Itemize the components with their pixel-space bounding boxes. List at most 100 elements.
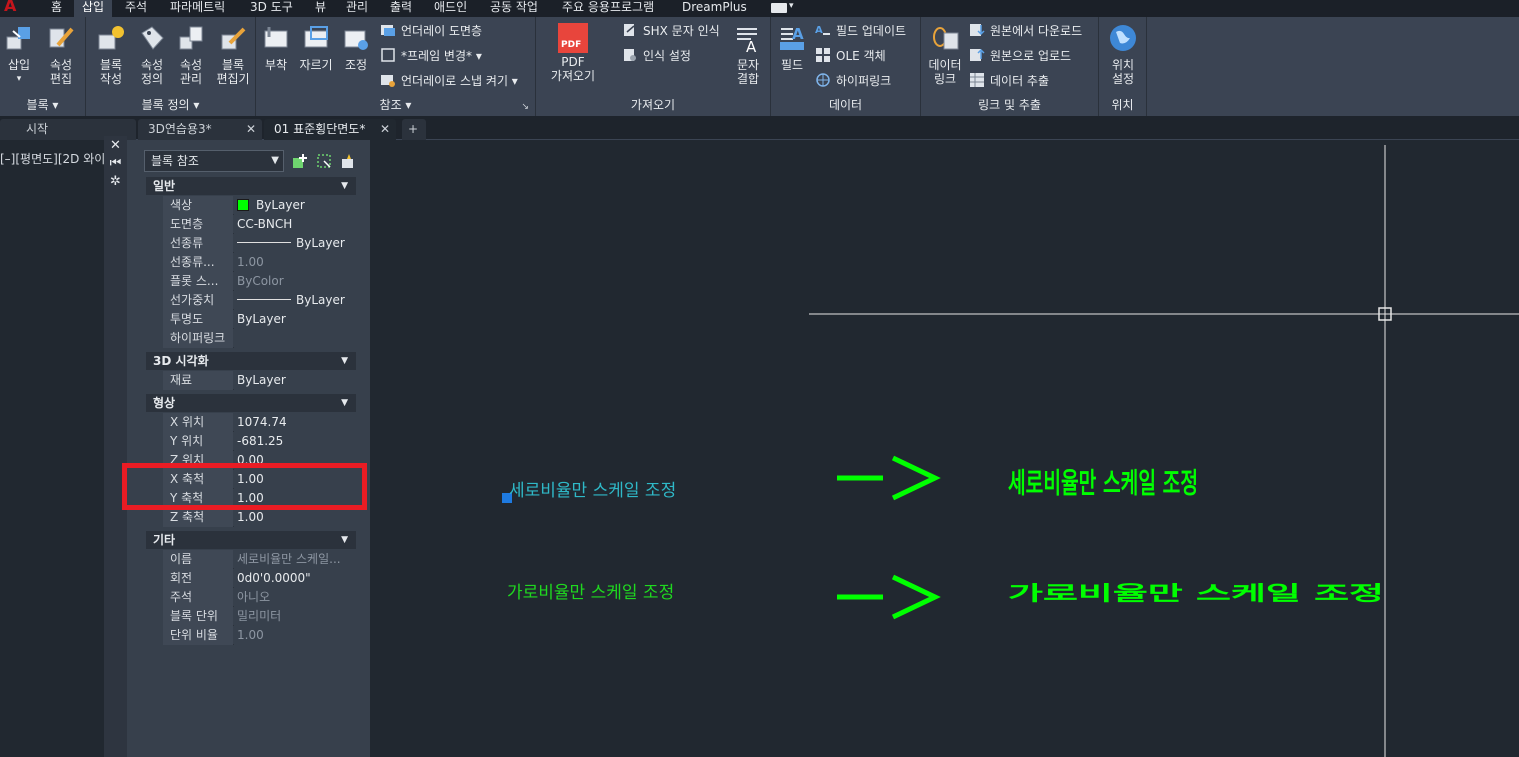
menu-tab-home[interactable]: 홈: [51, 0, 62, 17]
attribute-edit-button[interactable]: 속성 편집: [42, 23, 80, 86]
upload-to-source-button[interactable]: 원본으로 업로드: [969, 46, 1071, 66]
underlay-layers-button[interactable]: 언더레이 도면층: [380, 21, 482, 41]
new-tab-button[interactable]: +: [402, 119, 426, 140]
properties-icon[interactable]: ✲: [104, 174, 127, 192]
object-type-select[interactable]: 블록 참조 ▼: [144, 150, 284, 172]
menu-tab-parametric[interactable]: 파라메트릭: [170, 0, 225, 17]
menu-tab-output[interactable]: 출력: [390, 0, 412, 17]
pdf-import-button[interactable]: PDF PDF 가져오기: [540, 23, 606, 83]
set-location-button[interactable]: 위치 설정: [1103, 23, 1143, 86]
app-logo[interactable]: A: [4, 0, 16, 15]
block-editor-icon: [221, 27, 246, 50]
menu-tab-addins[interactable]: 애드인: [434, 0, 467, 17]
data-link-button[interactable]: 데이터 링크: [925, 23, 965, 86]
ribbon-group-location-title: 위치: [1111, 98, 1134, 112]
block-editor-button[interactable]: 블록 편집기: [212, 23, 254, 86]
dialog-launcher-icon[interactable]: ↘: [521, 102, 529, 112]
prop-row-linetype[interactable]: 선종류 ByLayer: [163, 234, 356, 253]
data-extraction-button[interactable]: 데이터 추출: [969, 71, 1049, 91]
auto-hide-icon[interactable]: ⏮: [104, 156, 127, 174]
crosshair-pickbox: [1378, 307, 1392, 321]
palette-title-strip: ✕ ⏮ ✲: [104, 136, 127, 757]
section-general[interactable]: 일반 ▼: [146, 177, 356, 195]
create-block-button[interactable]: 블록 작성: [92, 23, 130, 86]
section-geometry[interactable]: 형상 ▼: [146, 394, 356, 412]
shx-text-recognition-button[interactable]: SHX 문자 인식: [622, 21, 720, 41]
adjust-button[interactable]: 조정: [338, 23, 374, 72]
chevron-down-icon: ▼: [341, 181, 348, 191]
text-vertical-scale-selected[interactable]: 세로비율만 스케일 조정: [509, 481, 676, 501]
update-fields-label: 필드 업데이트: [836, 24, 907, 38]
prop-row-color[interactable]: 색상 ByLayer: [163, 196, 356, 215]
ole-object-label: OLE 객체: [836, 49, 886, 63]
toggle-pickadd-icon[interactable]: [292, 153, 308, 169]
prop-row-linetype-scale[interactable]: 선종류... 1.00: [163, 253, 356, 272]
clip-button[interactable]: 자르기: [296, 23, 336, 72]
ribbon-group-reference-title[interactable]: 참조 ▾: [256, 96, 535, 113]
viewport-controls-label[interactable]: [–][평면도][2D 와이: [0, 150, 105, 167]
insert-button[interactable]: 삽입 ▾: [2, 23, 36, 86]
prop-row-material[interactable]: 재료 ByLayer: [163, 371, 356, 390]
manage-attributes-button[interactable]: 속성 관리: [172, 23, 210, 86]
selection-grip[interactable]: [502, 493, 512, 503]
prop-key: Z 축척: [163, 508, 233, 527]
prop-row-hyperlink[interactable]: 하이퍼링크: [163, 329, 356, 348]
close-icon[interactable]: ✕: [246, 119, 256, 139]
clip-icon: [304, 26, 328, 48]
prop-row-transparency[interactable]: 투명도 ByLayer: [163, 310, 356, 329]
recognition-settings-button[interactable]: 인식 설정: [622, 46, 691, 66]
ribbon-group-reference: 부착 자르기 조정 언더레이 도면층 *프레임 변경* ▾ 언더레이로 스냅 켜…: [256, 17, 536, 116]
frames-button[interactable]: *프레임 변경* ▾: [380, 46, 482, 66]
hyperlink-button[interactable]: 하이퍼링크: [815, 71, 891, 91]
doc-tab-standard-section[interactable]: 01 표준횡단면도* ✕: [264, 119, 396, 140]
attribute-edit-label: 속성 편집: [49, 58, 73, 86]
section-3d-visualization[interactable]: 3D 시각화 ▼: [146, 352, 356, 370]
menu-tab-view[interactable]: 뷰: [315, 0, 326, 17]
menu-tab-collaborate[interactable]: 공동 작업: [490, 0, 538, 17]
menu-tab-featured-apps[interactable]: 주요 응용프로그램: [562, 0, 654, 17]
menu-tab-annotate[interactable]: 주석: [125, 0, 147, 17]
attach-button[interactable]: 부착: [258, 23, 294, 72]
adjust-label: 조정: [344, 58, 368, 72]
chevron-down-icon[interactable]: ▾: [789, 1, 794, 11]
menu-tab-insert[interactable]: 삽입: [74, 0, 113, 17]
field-button[interactable]: A 필드: [775, 23, 809, 72]
prop-row-name[interactable]: 이름 세로비율만 스케일...: [163, 550, 356, 569]
quick-select-icon[interactable]: [340, 153, 356, 169]
prop-row-plot-style[interactable]: 플롯 스... ByColor: [163, 272, 356, 291]
section-misc[interactable]: 기타 ▼: [146, 531, 356, 549]
svg-text:A: A: [746, 38, 757, 53]
prop-value: ByLayer: [234, 310, 356, 329]
close-icon[interactable]: ✕: [104, 138, 127, 156]
menu-tab-3d-tools[interactable]: 3D 도구: [250, 0, 293, 17]
ribbon-group-block-title[interactable]: 블록 ▾: [0, 96, 85, 113]
prop-row-lineweight[interactable]: 선가중치 ByLayer: [163, 291, 356, 310]
prop-row-unit-factor[interactable]: 단위 비율 1.00: [163, 626, 356, 645]
text-horizontal-scale[interactable]: 가로비율만 스케일 조정: [507, 583, 674, 603]
ribbon-group-block-definition-title[interactable]: 블록 정의 ▾: [86, 96, 255, 113]
ole-object-button[interactable]: OLE 객체: [815, 46, 886, 66]
snap-to-underlay-button[interactable]: 언더레이로 스냅 켜기 ▾: [380, 71, 518, 91]
menu-tab-dreamplus[interactable]: DreamPlus: [682, 0, 747, 17]
prop-row-scale-z[interactable]: Z 축척 1.00: [163, 508, 356, 527]
define-attribute-button[interactable]: 속성 정의: [134, 23, 170, 86]
prop-row-block-unit[interactable]: 블록 단위 밀리미터: [163, 607, 356, 626]
prop-key: 도면층: [163, 215, 233, 234]
combine-text-button[interactable]: A 문자 결합: [730, 23, 766, 86]
ribbon-toggle-icon[interactable]: [771, 3, 787, 13]
prop-row-rotation[interactable]: 회전 0d0'0.0000": [163, 569, 356, 588]
ribbon-group-import: PDF PDF 가져오기 SHX 문자 인식 인식 설정 A 문자 결합 가져오…: [536, 17, 771, 116]
prop-row-layer[interactable]: 도면층 CC-BNCH: [163, 215, 356, 234]
result-horizontal-scaled-text[interactable]: 가로비율만 스케일 조정: [1008, 581, 1384, 605]
prop-row-position-x[interactable]: X 위치 1074.74: [163, 413, 356, 432]
result-vertical-scaled-text[interactable]: 세로비율만 스케일 조정: [1008, 468, 1198, 500]
download-from-source-button[interactable]: 원본에서 다운로드: [969, 21, 1082, 41]
prop-row-position-y[interactable]: Y 위치 -681.25: [163, 432, 356, 451]
doc-tab-3d-practice[interactable]: 3D연습용3* ✕: [138, 119, 262, 140]
svg-text:A: A: [815, 25, 823, 36]
menu-tab-manage[interactable]: 관리: [346, 0, 368, 17]
select-objects-icon[interactable]: [316, 153, 332, 169]
prop-row-annotative[interactable]: 주석 아니오: [163, 588, 356, 607]
close-icon[interactable]: ✕: [380, 119, 390, 139]
update-fields-button[interactable]: A 필드 업데이트: [815, 21, 906, 41]
